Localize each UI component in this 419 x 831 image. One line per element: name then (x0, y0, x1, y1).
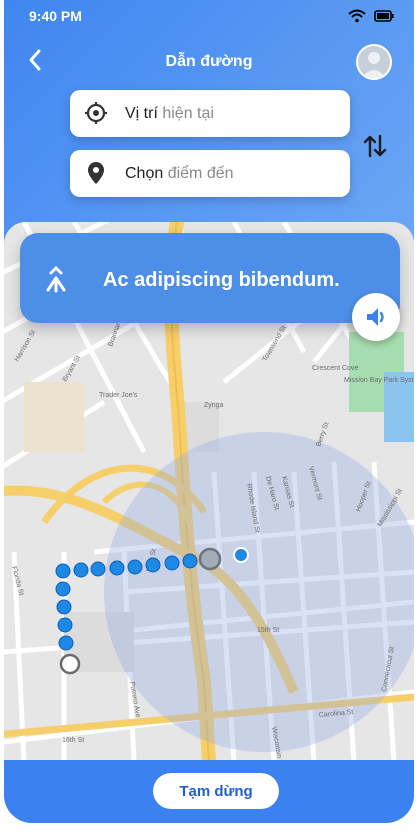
user-icon (358, 46, 390, 78)
current-location-dot (233, 547, 249, 563)
route-dot (145, 557, 161, 573)
route-dot (58, 635, 74, 651)
map-street-label: Mission Bay Park System (344, 377, 414, 384)
map-street-label: 16th St (62, 737, 84, 744)
route-dot (164, 555, 180, 571)
origin-placeholder: hiện tại (162, 105, 214, 122)
map-street-label: Trader Joe's (99, 392, 138, 399)
origin-text: Vị trí hiện tại (125, 105, 214, 123)
destination-text: Chọn điểm đến (125, 165, 234, 183)
crosshair-icon (85, 102, 107, 124)
map-street-label: Zynga (204, 402, 224, 409)
status-time: 9:40 PM (29, 8, 82, 24)
phone-screen: 9:40 PM Dẫn đường Vị trí hiện tại Chọn đ… (4, 0, 414, 823)
route-end-marker (198, 547, 222, 571)
instruction-text: Ac adipiscing bibendum. (103, 269, 340, 291)
location-pin-icon (88, 162, 104, 184)
avatar[interactable] (356, 44, 392, 80)
origin-field[interactable]: Vị trí hiện tại (70, 90, 350, 137)
map-street-label: 15th St (257, 627, 279, 634)
route-dot (55, 581, 71, 597)
route-dot (90, 561, 106, 577)
pause-button[interactable]: Tạm dừng (153, 773, 279, 809)
merge-arrow-icon (46, 266, 66, 293)
destination-field[interactable]: Chọn điểm đến (70, 150, 350, 197)
route-dot (109, 560, 125, 576)
swap-vertical-icon (363, 134, 387, 158)
status-bar: 9:40 PM (4, 0, 414, 34)
speaker-icon (367, 308, 384, 326)
voice-toggle-button[interactable] (352, 293, 400, 341)
swap-button[interactable] (362, 133, 388, 159)
route-start-marker (59, 653, 81, 675)
instruction-banner: Ac adipiscing bibendum. (20, 233, 400, 323)
route-dot (73, 562, 89, 578)
route-dot (127, 559, 143, 575)
wifi-icon (348, 9, 366, 23)
route-dot (55, 563, 71, 579)
origin-label: Vị trí (125, 105, 158, 122)
map-street-label: Crescent Cove (312, 365, 358, 372)
route-dot (56, 599, 72, 615)
destination-label: Chọn (125, 165, 164, 182)
route-dot (182, 553, 198, 569)
route-dot (57, 617, 73, 633)
destination-placeholder: điểm đến (167, 165, 234, 182)
battery-icon (374, 10, 394, 22)
page-title: Dẫn đường (165, 53, 253, 70)
status-icons (348, 9, 394, 23)
